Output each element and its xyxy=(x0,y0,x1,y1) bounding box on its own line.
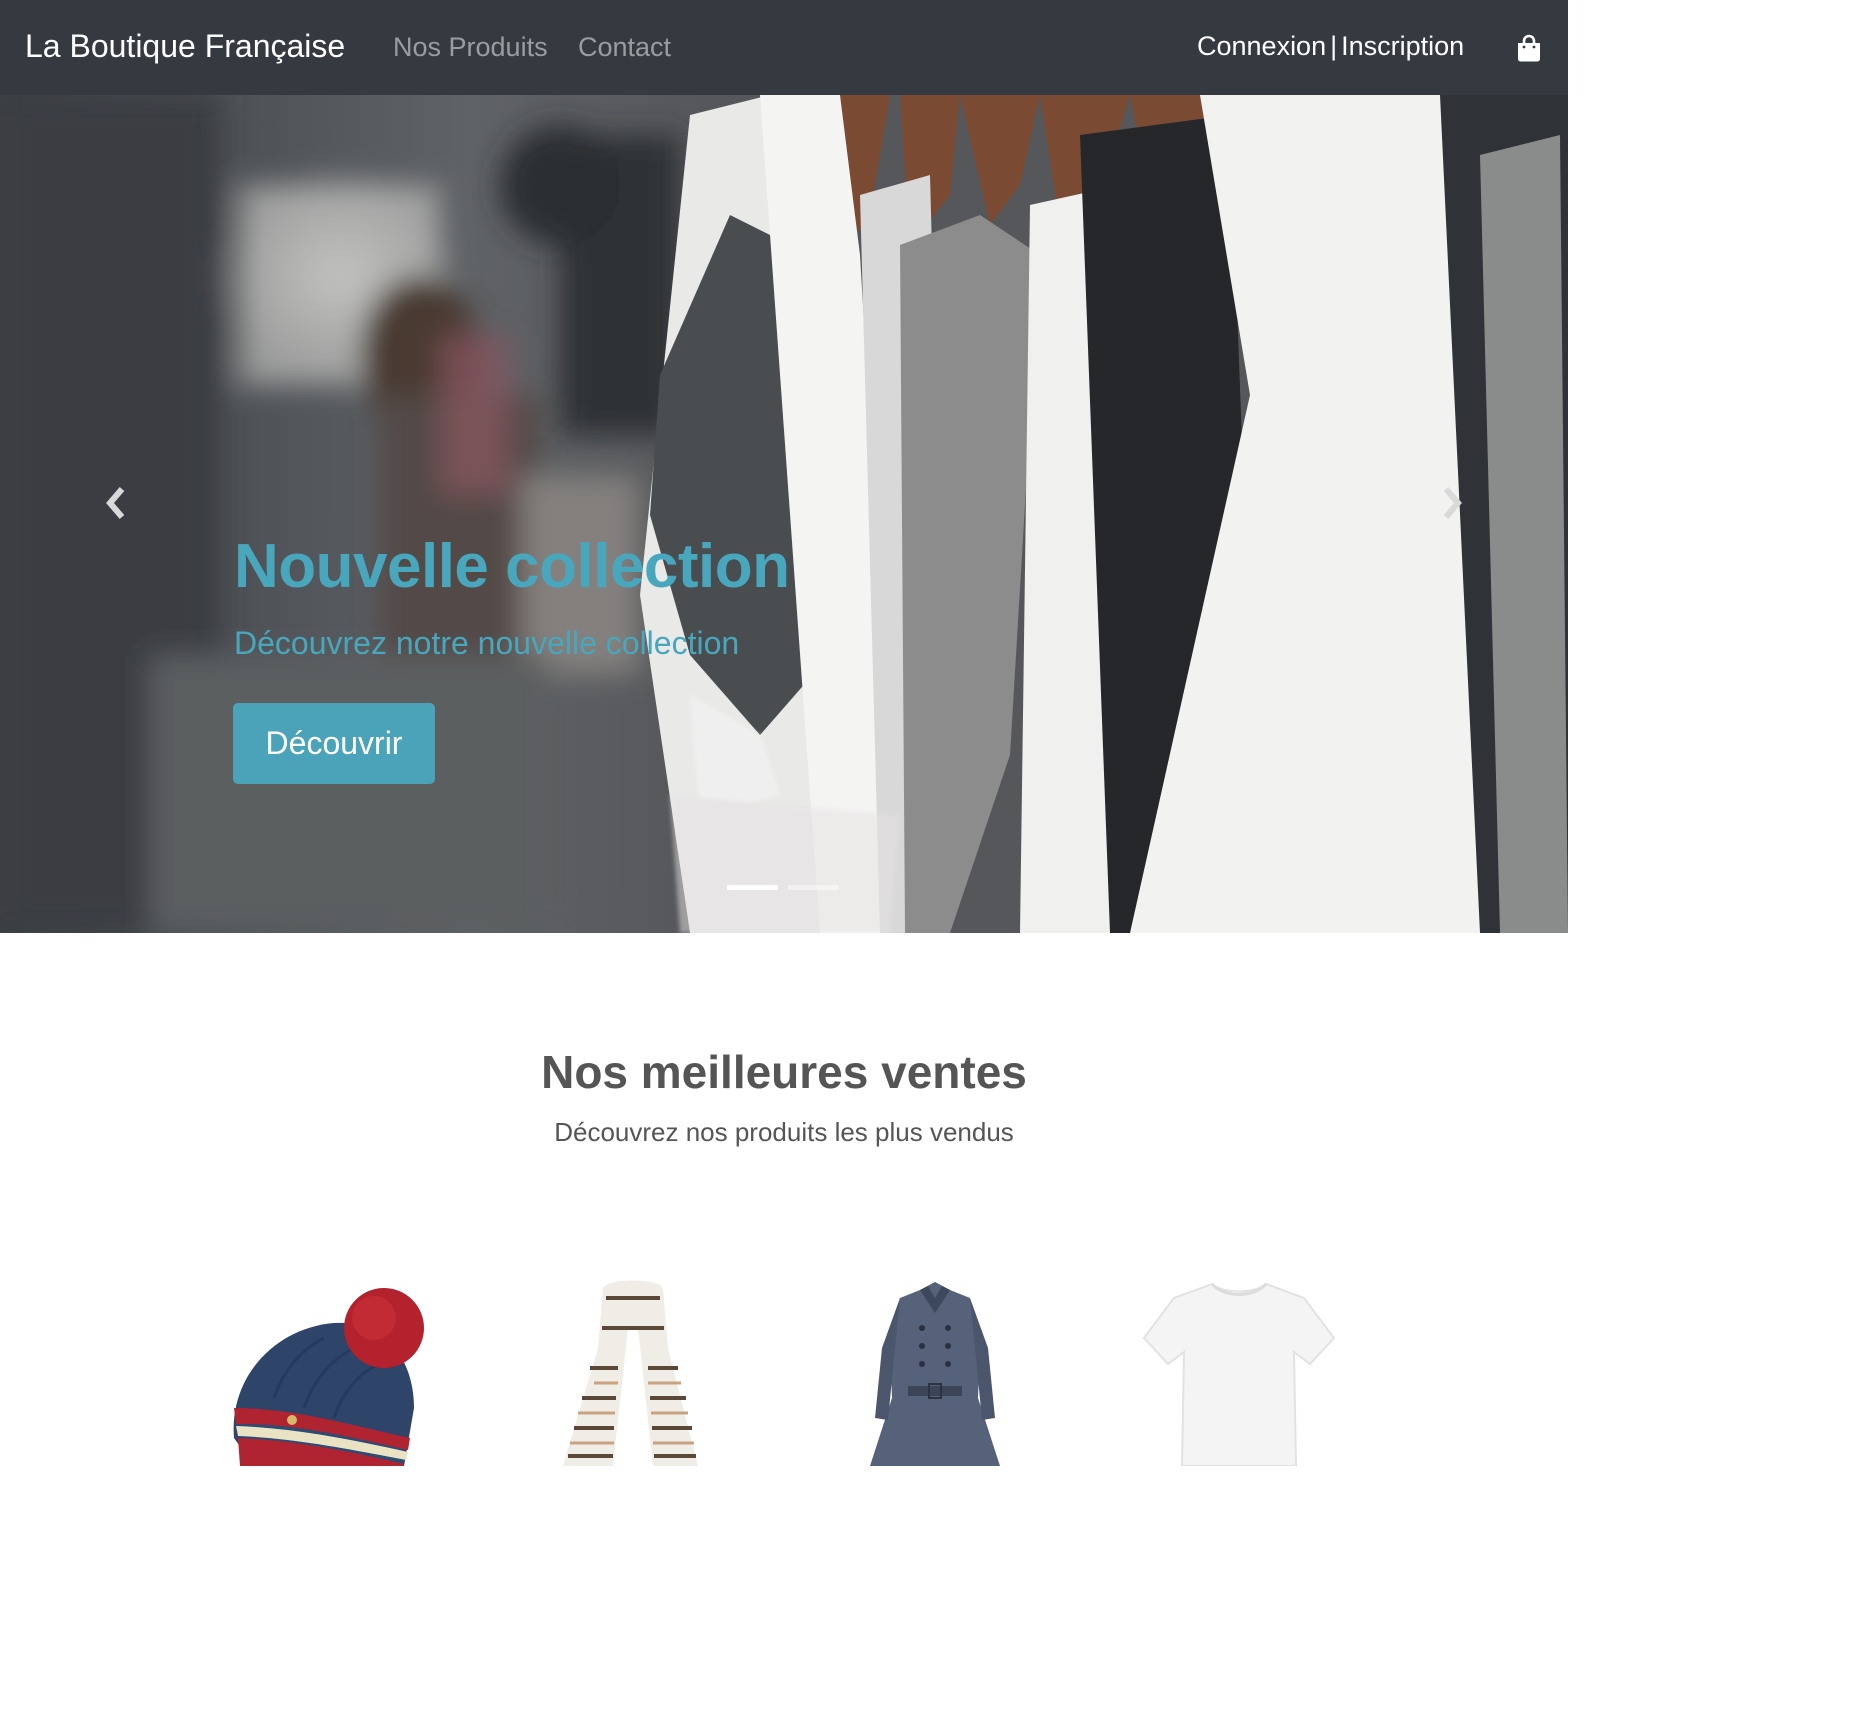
product-card-scarf[interactable] xyxy=(518,1268,748,1466)
account-links: Connexion | Inscription xyxy=(1197,31,1464,62)
discover-button[interactable]: Découvrir xyxy=(233,703,435,784)
shopping-bag-icon xyxy=(1518,34,1540,62)
tshirt-icon xyxy=(1142,1282,1336,1466)
login-link[interactable]: Connexion xyxy=(1197,31,1326,61)
product-card-coat[interactable] xyxy=(820,1268,1050,1466)
carousel-indicator-1[interactable] xyxy=(727,885,778,890)
beanie-hat-icon xyxy=(233,1288,424,1466)
coat-icon xyxy=(870,1282,1000,1466)
hero-subtitle: Découvrez notre nouvelle collection xyxy=(234,625,740,661)
chevron-left-icon xyxy=(106,487,125,519)
register-link[interactable]: Inscription xyxy=(1341,31,1464,61)
carousel-next-button[interactable] xyxy=(1430,483,1470,523)
nav-link-produits[interactable]: Nos Produits xyxy=(393,32,548,63)
brand-link[interactable]: La Boutique Française xyxy=(25,28,345,65)
bestsellers-subtitle: Découvrez nos produits les plus vendus xyxy=(554,1117,1014,1147)
product-card-tshirt[interactable] xyxy=(1124,1268,1354,1466)
navbar: La Boutique Française Nos Produits Conta… xyxy=(0,0,1568,95)
hero-background-image xyxy=(0,95,1568,933)
nav-link-contact[interactable]: Contact xyxy=(578,32,671,63)
hero-carousel: Nouvelle collection Découvrez notre nouv… xyxy=(0,95,1568,933)
bestsellers-title: Nos meilleures ventes xyxy=(541,1046,1027,1098)
carousel-prev-button[interactable] xyxy=(98,483,138,523)
product-card-beanie[interactable] xyxy=(214,1268,444,1466)
hero-title: Nouvelle collection xyxy=(234,532,790,601)
scarf-icon xyxy=(563,1280,698,1466)
carousel-indicator-2[interactable] xyxy=(788,885,839,890)
cart-button[interactable] xyxy=(1516,34,1542,62)
chevron-right-icon xyxy=(1443,487,1462,519)
separator: | xyxy=(1330,31,1338,61)
